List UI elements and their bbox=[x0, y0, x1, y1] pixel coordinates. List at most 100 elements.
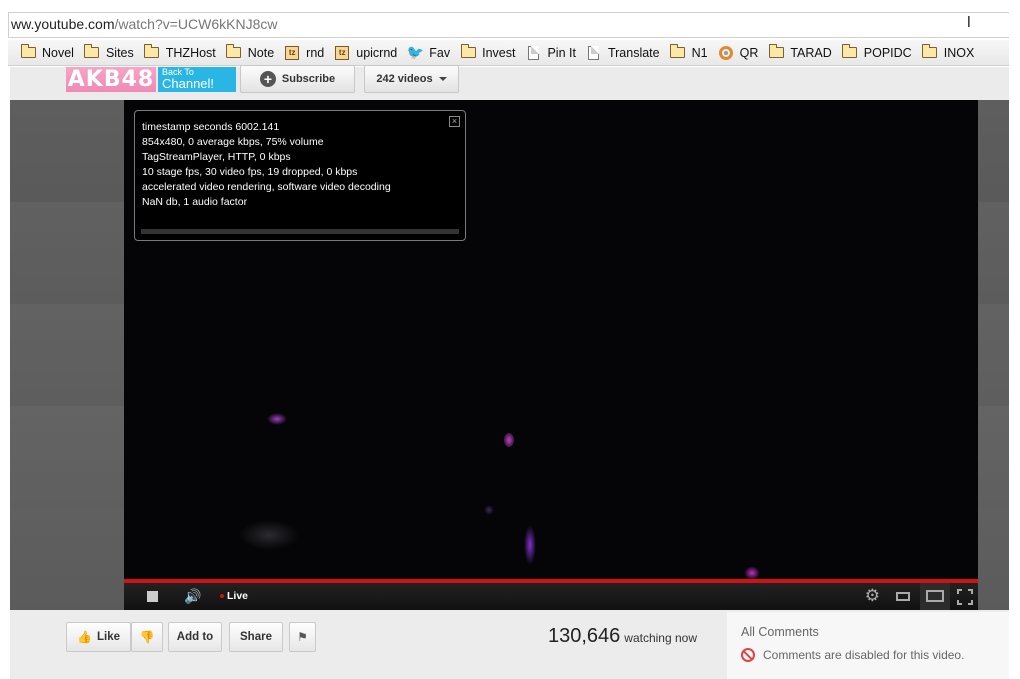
flag-button[interactable]: ⚑ bbox=[289, 622, 316, 652]
comments-disabled-notice: Comments are disabled for this video. bbox=[741, 648, 964, 662]
tz-icon: tz bbox=[334, 45, 350, 60]
comments-panel: All Comments Comments are disabled for t… bbox=[727, 612, 1009, 679]
bookmark-label: Pin It bbox=[547, 45, 576, 60]
url-host: ww.youtube.com bbox=[11, 16, 115, 32]
tz-icon: tz bbox=[284, 45, 300, 60]
live-label: Live bbox=[227, 590, 249, 602]
stats-line: 10 stage fps, 30 video fps, 19 dropped, … bbox=[142, 166, 358, 178]
bookmark-label: THZHost bbox=[165, 45, 216, 60]
channel-logo[interactable]: AKB48 bbox=[66, 67, 156, 92]
plus-icon: + bbox=[259, 71, 276, 87]
channel-label: Channel! bbox=[162, 76, 215, 91]
watching-now-label: watching now bbox=[624, 631, 698, 645]
large-player-icon[interactable] bbox=[926, 590, 944, 602]
bookmark-label: Translate bbox=[607, 45, 660, 60]
bookmark-item[interactable]: 🐦 Fav bbox=[406, 44, 451, 60]
folder-icon bbox=[144, 44, 160, 60]
live-indicator: Live bbox=[220, 590, 248, 602]
gear-icon[interactable]: ⚙ bbox=[865, 587, 880, 605]
bookmark-label: rnd bbox=[306, 45, 325, 60]
bookmark-label: Fav bbox=[429, 45, 451, 60]
folder-icon bbox=[768, 44, 784, 60]
stage-light bbox=[524, 525, 536, 565]
stats-line: NaN db, 1 audio factor bbox=[142, 196, 248, 208]
subscribe-button[interactable]: + Subscribe bbox=[240, 65, 355, 93]
bookmark-item[interactable]: THZHost bbox=[144, 44, 216, 60]
text-cursor-icon: I bbox=[966, 13, 971, 31]
stage-light bbox=[267, 413, 287, 425]
stats-line: accelerated video rendering, software vi… bbox=[142, 181, 391, 193]
bookmarks-bar: Novel Sites THZHost Note tz rnd tz upicrnd 🐦 Fav I… bbox=[8, 40, 1009, 66]
bookmark-item[interactable]: Invest bbox=[460, 44, 515, 60]
bookmark-item[interactable]: tz rnd bbox=[284, 45, 325, 60]
like-button[interactable]: 👍 Like bbox=[66, 622, 131, 652]
volume-icon[interactable]: 🔊 bbox=[184, 589, 206, 605]
stage-light bbox=[504, 433, 514, 447]
bookmark-item[interactable]: Pin It bbox=[525, 45, 576, 60]
share-label: Share bbox=[240, 631, 272, 643]
folder-icon bbox=[226, 44, 242, 60]
like-label: Like bbox=[96, 631, 120, 643]
live-viewer-count: 130,646 watching now bbox=[548, 625, 697, 648]
share-button[interactable]: Share bbox=[229, 622, 283, 652]
bookmark-item[interactable]: POPIDC bbox=[842, 44, 912, 60]
viewer-count: 130,646 bbox=[548, 625, 621, 647]
bookmark-label: QR bbox=[739, 45, 759, 60]
dislike-button[interactable]: 👎 bbox=[131, 622, 163, 652]
folder-icon bbox=[922, 44, 938, 60]
bookmark-label: INOX bbox=[943, 45, 975, 60]
folder-icon bbox=[84, 44, 100, 60]
close-icon[interactable]: × bbox=[449, 116, 460, 127]
bookmark-label: POPIDC bbox=[863, 45, 912, 60]
bookmark-label: Sites bbox=[105, 45, 134, 60]
stage-light bbox=[239, 520, 299, 550]
address-bar[interactable]: ww.youtube.com/watch?v=UCW6kKNJ8cw I bbox=[8, 12, 1009, 38]
bookmark-label: upicrnd bbox=[356, 45, 398, 60]
folder-icon bbox=[670, 44, 686, 60]
stats-line: 854x480, 0 average kbps, 75% volume bbox=[142, 136, 324, 148]
stage-light bbox=[744, 566, 760, 580]
stats-bar bbox=[141, 229, 459, 234]
comments-disabled-text: Comments are disabled for this video. bbox=[763, 648, 965, 662]
address-url[interactable]: ww.youtube.com/watch?v=UCW6kKNJ8cw bbox=[11, 16, 278, 32]
bookmark-label: Novel bbox=[42, 45, 74, 60]
twitter-bird-icon: 🐦 bbox=[406, 44, 424, 60]
add-to-label: Add to bbox=[176, 631, 214, 643]
screenshot-root: ww.youtube.com/watch?v=UCW6kKNJ8cw I Nov… bbox=[0, 0, 1020, 679]
stop-icon[interactable] bbox=[147, 591, 158, 602]
thumbs-down-icon: 👎 bbox=[139, 630, 155, 644]
bookmark-item[interactable]: Translate bbox=[586, 45, 660, 60]
player-side-right bbox=[978, 100, 1009, 610]
stats-line: TagStreamPlayer, HTTP, 0 kbps bbox=[142, 151, 291, 163]
add-to-button[interactable]: Add to bbox=[168, 622, 222, 652]
bookmark-item[interactable]: Novel bbox=[20, 44, 74, 60]
bookmark-item[interactable]: Note bbox=[226, 44, 275, 60]
bookmark-item[interactable]: INOX bbox=[922, 44, 975, 60]
bookmark-item[interactable]: Sites bbox=[84, 44, 134, 60]
page-icon bbox=[586, 45, 602, 60]
bookmark-item[interactable]: tz upicrnd bbox=[334, 45, 398, 60]
no-entry-icon bbox=[741, 648, 755, 662]
stats-line: timestamp seconds 6002.141 bbox=[142, 121, 280, 133]
stats-lines: timestamp seconds 6002.141 854x480, 0 ave… bbox=[142, 120, 458, 210]
back-to-channel-link[interactable]: Back To Channel! bbox=[158, 67, 236, 92]
thumbs-up-icon: 👍 bbox=[77, 630, 92, 644]
bookmark-label: Note bbox=[247, 45, 275, 60]
qr-ring-icon bbox=[718, 45, 734, 60]
folder-icon bbox=[20, 44, 36, 60]
videos-dropdown-button[interactable]: 242 videos bbox=[364, 65, 459, 93]
subscribe-label: Subscribe bbox=[281, 73, 336, 85]
page-icon bbox=[525, 45, 541, 60]
url-path: /watch?v=UCW6kKNJ8cw bbox=[114, 16, 278, 32]
fullscreen-icon[interactable] bbox=[957, 589, 973, 605]
flag-icon: ⚑ bbox=[297, 630, 308, 644]
player-controls: 🔊 Live ⚙ bbox=[124, 583, 978, 610]
bookmark-label: N1 bbox=[691, 45, 708, 60]
stage-light bbox=[484, 505, 494, 515]
bookmark-item[interactable]: N1 bbox=[670, 44, 708, 60]
bookmark-item[interactable]: TARAD bbox=[768, 44, 832, 60]
all-comments-heading: All Comments bbox=[741, 625, 819, 639]
stats-for-nerds-panel: timestamp seconds 6002.141 854x480, 0 ave… bbox=[134, 110, 466, 241]
bookmark-item[interactable]: QR bbox=[718, 45, 759, 60]
small-player-icon[interactable] bbox=[896, 592, 910, 601]
